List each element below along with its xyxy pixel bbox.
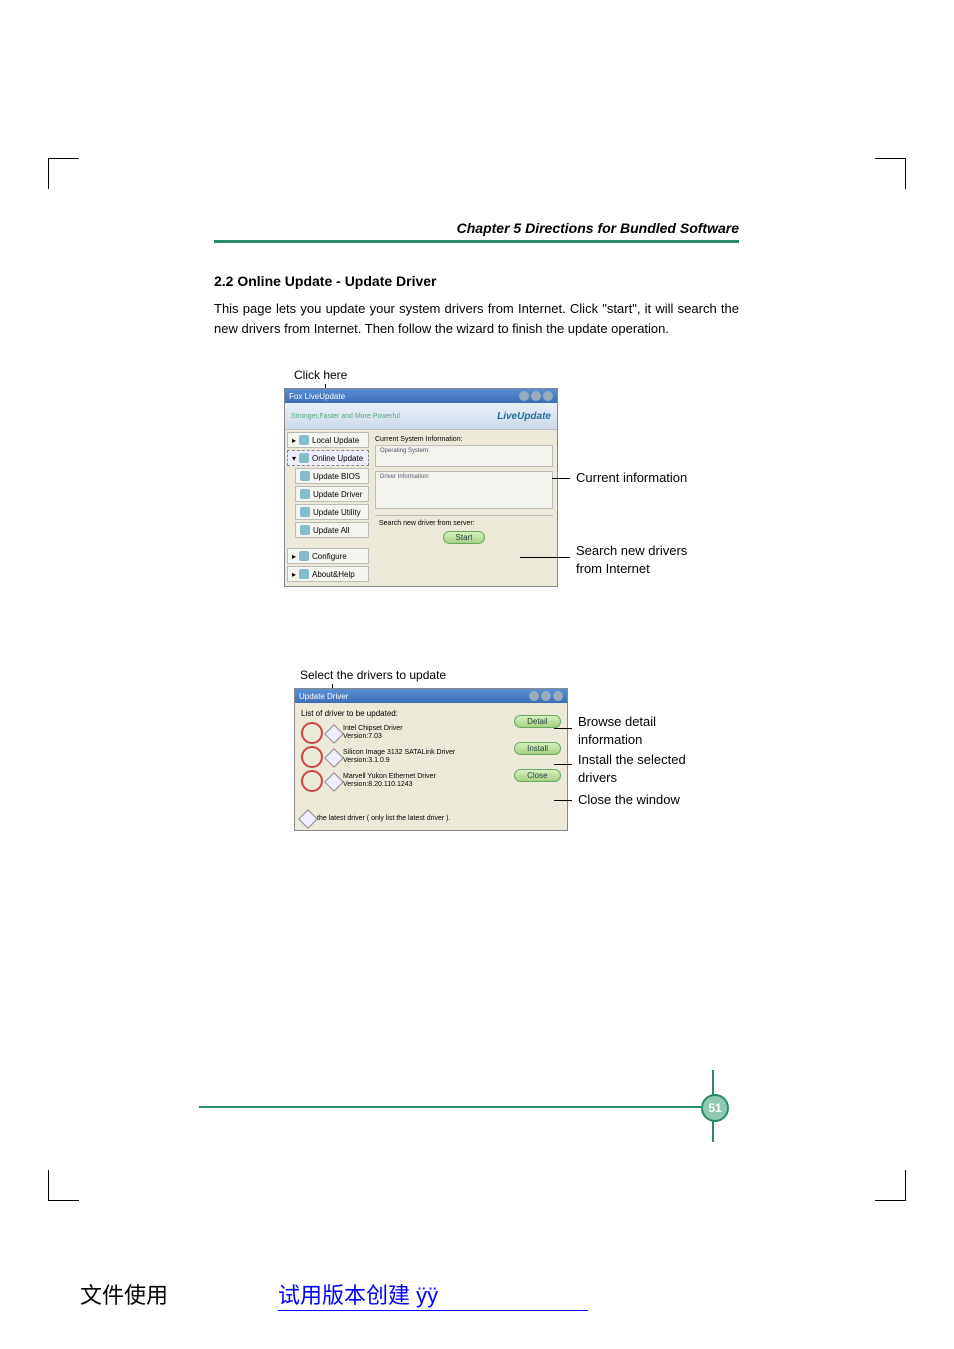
sidebar-item-configure[interactable]: ▸Configure <box>287 548 369 564</box>
callout-close: Close the window <box>578 792 680 807</box>
sidebar-label: Configure <box>312 552 347 561</box>
sidebar-item-local[interactable]: ▸Local Update <box>287 432 369 448</box>
connector-search <box>520 557 570 558</box>
sidebar-item-online[interactable]: ▾Online Update <box>287 450 369 466</box>
footer-sym: ÿÿ <box>416 1283 438 1308</box>
connector-currentinfo <box>552 478 570 479</box>
connector-install <box>554 764 572 765</box>
driver-icon <box>327 751 339 763</box>
callout-select-drivers: Select the drivers to update <box>300 668 739 682</box>
section-title: 2.2 Online Update - Update Driver <box>214 273 739 289</box>
current-sysinfo-label: Current System Information: <box>375 436 553 443</box>
callout-click-here: Click here <box>294 368 739 382</box>
sidebar-item-bios[interactable]: Update BIOS <box>295 468 369 484</box>
maximize-icon[interactable] <box>531 391 541 401</box>
sidebar: ▸Local Update ▾Online Update Update BIOS… <box>285 430 371 586</box>
update-driver-window: Update Driver List of driver to be updat… <box>294 688 568 831</box>
connector-close <box>554 800 572 801</box>
driver-text: Silicon Image 3132 SATALink DriverVersio… <box>343 749 455 764</box>
globe-icon <box>299 453 309 463</box>
crop-mark-br <box>875 1170 906 1201</box>
footer-left: 文件使用 <box>0 1278 188 1311</box>
sidebar-label: Update BIOS <box>313 472 360 481</box>
os-info-box: Operating System: <box>375 445 553 467</box>
chip-icon <box>300 471 310 481</box>
figure-update-driver: Select the drivers to update Update Driv… <box>214 668 739 928</box>
brand-label: LiveUpdate <box>497 411 551 422</box>
callout-detail-2: information <box>578 732 642 747</box>
detail-button[interactable]: Detail <box>514 715 561 728</box>
pdf-watermark-footer: 文件使用 试用版本创建 ÿÿ <box>0 1278 954 1311</box>
titlebar: Update Driver <box>295 689 567 703</box>
window-title: Update Driver <box>299 692 348 701</box>
close-icon[interactable] <box>543 391 553 401</box>
sidebar-label: Update Utility <box>313 508 361 517</box>
sidebar-item-about[interactable]: ▸About&Help <box>287 566 369 582</box>
callout-search-1: Search new drivers <box>576 543 687 558</box>
driver-text: Intel Chipset DriverVersion:7.03 <box>343 725 403 740</box>
latest-driver-note: the latest driver ( only list the latest… <box>301 812 561 824</box>
tagline: Stronger,Faster and More Powerful <box>291 413 400 420</box>
sidebar-label: Update Driver <box>313 490 362 499</box>
start-button[interactable]: Start <box>443 531 486 544</box>
close-button[interactable]: Close <box>514 769 561 782</box>
titlebar: Fox LiveUpdate <box>285 389 557 403</box>
chapter-header: Chapter 5 Directions for Bundled Softwar… <box>214 220 739 243</box>
callout-search-2: from Internet <box>576 561 650 576</box>
install-button[interactable]: Install <box>514 742 561 755</box>
banner: Stronger,Faster and More Powerful LiveUp… <box>285 403 557 430</box>
driver-icon <box>301 812 313 824</box>
window-controls[interactable] <box>529 691 563 701</box>
sidebar-item-driver[interactable]: Update Driver <box>295 486 369 502</box>
driver-icon <box>327 775 339 787</box>
minimize-icon[interactable] <box>519 391 529 401</box>
sidebar-item-utility[interactable]: Update Utility <box>295 504 369 520</box>
driver-info-box: Driver Information: <box>375 471 553 509</box>
close-icon[interactable] <box>553 691 563 701</box>
help-icon <box>299 569 309 579</box>
note-text: the latest driver ( only list the latest… <box>317 815 450 822</box>
callout-current-info: Current information <box>576 470 687 485</box>
callout-install-2: drivers <box>578 770 617 785</box>
sidebar-item-all[interactable]: Update All <box>295 522 369 538</box>
crop-mark-tr <box>875 158 906 189</box>
page-number: 51 <box>701 1094 729 1122</box>
sidebar-label: Online Update <box>312 454 363 463</box>
window-controls[interactable] <box>519 391 553 401</box>
callout-install-1: Install the selected <box>578 752 686 767</box>
crop-mark-tl <box>48 158 79 189</box>
footer-link[interactable]: 试用版本创建 ÿÿ <box>278 1278 588 1311</box>
sidebar-label: Update All <box>313 526 349 535</box>
tool-icon <box>300 507 310 517</box>
search-new-label: Search new driver from server: <box>379 520 549 527</box>
main-pane: Current System Information: Operating Sy… <box>371 430 557 586</box>
crop-mark-bl <box>48 1170 79 1201</box>
sidebar-label: Local Update <box>312 436 359 445</box>
footer-mid: 试用版本创建 <box>278 1283 416 1308</box>
folder-icon <box>299 435 309 445</box>
all-icon <box>300 525 310 535</box>
minimize-icon[interactable] <box>529 691 539 701</box>
section-body: This page lets you update your system dr… <box>214 299 739 338</box>
select-icon[interactable] <box>301 746 323 768</box>
select-icon[interactable] <box>301 722 323 744</box>
window-title: Fox LiveUpdate <box>289 392 345 401</box>
sidebar-label: About&Help <box>312 570 355 579</box>
figure-liveupdate: Click here Fox LiveUpdate Stronger,Faste… <box>214 368 739 628</box>
liveupdate-window: Fox LiveUpdate Stronger,Faster and More … <box>284 388 558 587</box>
driver-icon <box>327 727 339 739</box>
select-icon[interactable] <box>301 770 323 792</box>
gear-icon <box>299 551 309 561</box>
connector-detail <box>554 728 572 729</box>
cd-icon <box>300 489 310 499</box>
maximize-icon[interactable] <box>541 691 551 701</box>
callout-detail-1: Browse detail <box>578 714 656 729</box>
page-number-ornament: 51 <box>679 1070 739 1140</box>
driver-text: Marvell Yukon Ethernet DriverVersion:8.2… <box>343 773 436 788</box>
